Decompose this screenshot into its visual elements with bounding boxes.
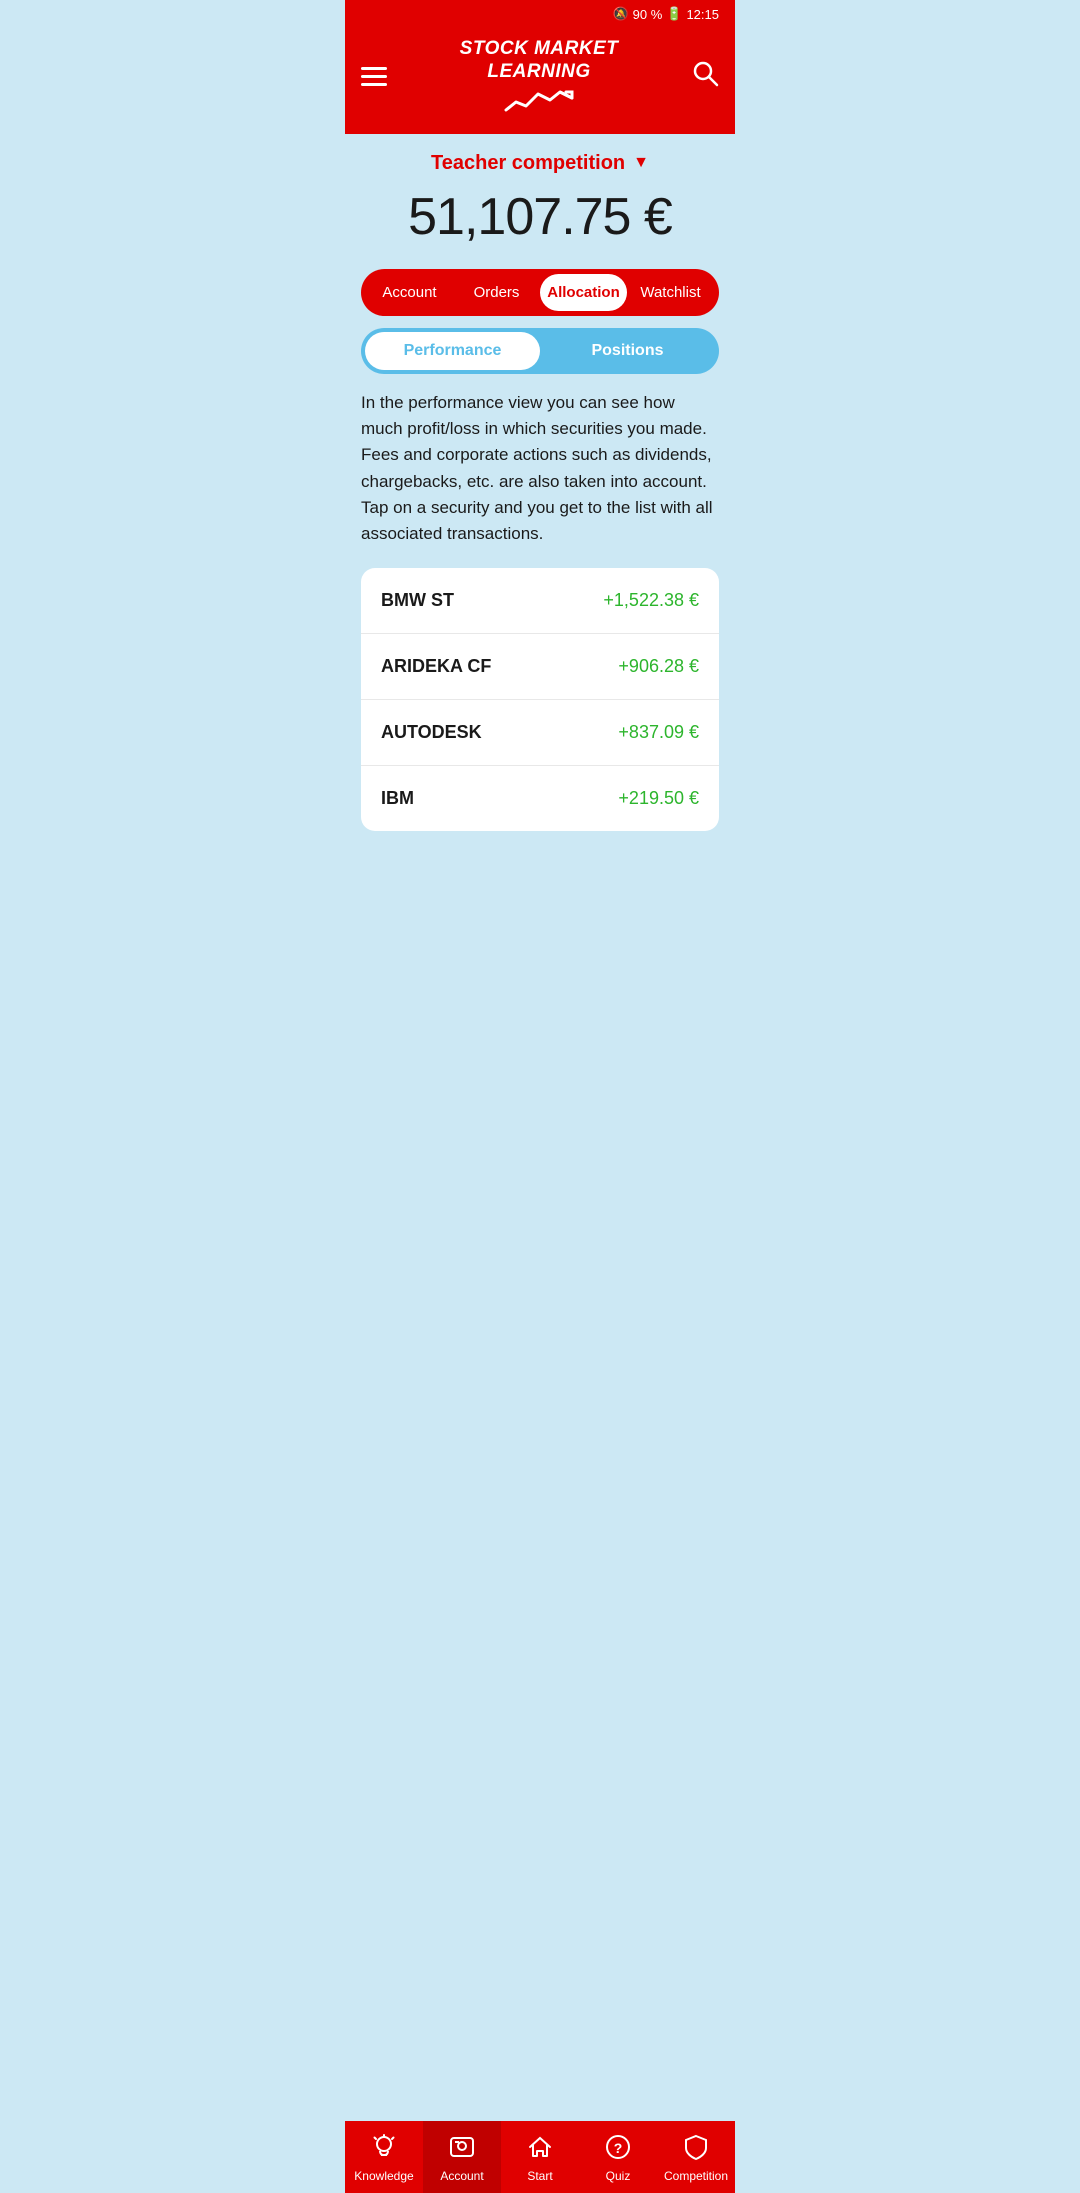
chevron-down-icon: ▼ <box>633 154 649 172</box>
nav-account-label: Account <box>440 2169 483 2183</box>
stock-row[interactable]: ARIDEKA CF +906.28 € <box>361 634 719 700</box>
stock-name: BMW ST <box>381 590 454 611</box>
account-icon <box>448 2133 476 2165</box>
sub-tab-performance[interactable]: Performance <box>365 332 540 370</box>
nav-start[interactable]: Start <box>501 2121 579 2193</box>
app-header: STOCK MARKET LEARNING <box>345 28 735 134</box>
stock-row[interactable]: AUTODESK +837.09 € <box>361 700 719 766</box>
shield-icon <box>682 2133 710 2165</box>
nav-knowledge-label: Knowledge <box>354 2169 413 2183</box>
logo-chart <box>460 88 619 116</box>
nav-competition[interactable]: Competition <box>657 2121 735 2193</box>
home-icon <box>526 2133 554 2165</box>
quiz-icon: ? <box>604 2133 632 2165</box>
battery-icon: 🔋 <box>666 6 682 22</box>
nav-start-label: Start <box>527 2169 552 2183</box>
nav-knowledge[interactable]: Knowledge <box>345 2121 423 2193</box>
stock-name: AUTODESK <box>381 722 482 743</box>
svg-text:?: ? <box>614 2140 623 2156</box>
tab-allocation[interactable]: Allocation <box>540 274 627 311</box>
bottom-navigation: Knowledge Account Start ? Quiz <box>345 2121 735 2193</box>
stock-row[interactable]: IBM +219.50 € <box>361 766 719 831</box>
performance-description: In the performance view you can see how … <box>361 390 719 548</box>
battery-level: 90 % <box>633 7 663 22</box>
header-title-block: STOCK MARKET LEARNING <box>460 38 619 116</box>
stock-list: BMW ST +1,522.38 € ARIDEKA CF +906.28 € … <box>361 568 719 831</box>
stock-row[interactable]: BMW ST +1,522.38 € <box>361 568 719 634</box>
sub-tabs: Performance Positions <box>361 328 719 374</box>
status-icons: 🔕 90 % 🔋 12:15 <box>612 6 719 22</box>
competition-label: Teacher competition <box>431 152 625 175</box>
nav-quiz[interactable]: ? Quiz <box>579 2121 657 2193</box>
time-display: 12:15 <box>686 7 719 22</box>
main-tabs: Account Orders Allocation Watchlist <box>361 269 719 316</box>
sub-tab-positions[interactable]: Positions <box>540 332 715 370</box>
stock-value: +219.50 € <box>618 788 699 809</box>
tab-account[interactable]: Account <box>366 274 453 311</box>
main-content: Teacher competition ▼ 51,107.75 € Accoun… <box>345 134 735 831</box>
alarm-icon: 🔕 <box>612 6 628 22</box>
stock-name: ARIDEKA CF <box>381 656 491 677</box>
tab-orders[interactable]: Orders <box>453 274 540 311</box>
stock-value: +837.09 € <box>618 722 699 743</box>
nav-quiz-label: Quiz <box>606 2169 631 2183</box>
bulb-icon <box>370 2133 398 2165</box>
stock-value: +906.28 € <box>618 656 699 677</box>
status-bar: 🔕 90 % 🔋 12:15 <box>345 0 735 28</box>
stock-value: +1,522.38 € <box>603 590 699 611</box>
tab-watchlist[interactable]: Watchlist <box>627 274 714 311</box>
menu-button[interactable] <box>361 67 387 86</box>
app-title: STOCK MARKET LEARNING <box>460 38 619 84</box>
teacher-competition-section: Teacher competition ▼ <box>361 152 719 175</box>
balance-display: 51,107.75 € <box>361 187 719 247</box>
teacher-competition-button[interactable]: Teacher competition ▼ <box>431 152 649 175</box>
nav-competition-label: Competition <box>664 2169 728 2183</box>
stock-name: IBM <box>381 788 414 809</box>
search-button[interactable] <box>691 59 719 94</box>
nav-account[interactable]: Account <box>423 2121 501 2193</box>
